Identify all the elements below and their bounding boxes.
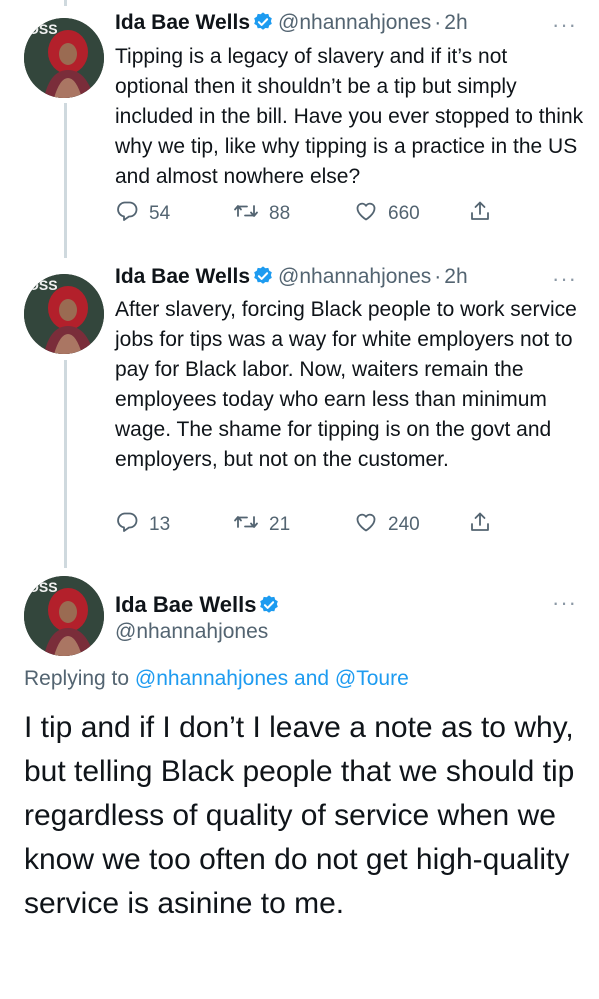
user-handle[interactable]: @nhannahjones [278, 11, 431, 34]
like-button[interactable]: 240 [354, 510, 420, 540]
share-button[interactable] [468, 199, 502, 229]
main-tweet-header: Ida Bae Wells [115, 592, 284, 622]
retweet-count: 88 [269, 203, 291, 224]
like-count: 660 [388, 203, 420, 224]
share-icon [468, 510, 502, 540]
svg-text:OSS: OSS [28, 21, 58, 37]
more-icon[interactable]: ··· [552, 268, 577, 290]
separator-dot: · [434, 265, 442, 288]
reply-button[interactable]: 13 [115, 510, 170, 540]
like-count: 240 [388, 514, 420, 535]
display-name[interactable]: Ida Bae Wells [115, 265, 250, 288]
main-tweet-text: I tip and if I don’t I leave a note as t… [24, 711, 575, 920]
tweet-header: Ida Bae Wells @nhannahjones · 2h [115, 265, 468, 293]
reply-count: 13 [149, 514, 171, 535]
reply-icon [115, 199, 149, 229]
replying-and: and [294, 667, 330, 690]
replying-user-link[interactable]: @Toure [335, 667, 409, 690]
tweet-text: Tipping is a legacy of slavery and if it… [115, 45, 584, 188]
share-icon [468, 199, 502, 229]
tweet-text: After slavery, forcing Black people to w… [115, 298, 577, 471]
thread-line [64, 103, 67, 258]
timestamp[interactable]: 2h [444, 265, 467, 288]
reply-count: 54 [149, 203, 171, 224]
retweet-icon [233, 510, 269, 540]
display-name[interactable]: Ida Bae Wells [115, 592, 256, 617]
reply-icon [115, 510, 149, 540]
reply-button[interactable]: 54 [115, 199, 170, 229]
thread-line [64, 0, 67, 6]
svg-text:OSS: OSS [28, 277, 58, 293]
thread-line [64, 360, 67, 568]
replying-to: Replying to @nhannahjones and @Toure [24, 667, 409, 691]
retweet-icon [233, 199, 269, 229]
separator-dot: · [434, 11, 442, 34]
retweet-button[interactable]: 88 [233, 199, 290, 229]
share-button[interactable] [468, 510, 502, 540]
user-handle[interactable]: @nhannahjones [115, 620, 268, 644]
verified-badge-icon [252, 265, 274, 293]
tweet-header: Ida Bae Wells @nhannahjones · 2h [115, 11, 468, 39]
retweet-button[interactable]: 21 [233, 510, 290, 540]
timestamp[interactable]: 2h [444, 11, 467, 34]
display-name[interactable]: Ida Bae Wells [115, 11, 250, 34]
verified-badge-icon [258, 594, 280, 622]
replying-prefix: Replying to [24, 667, 130, 690]
avatar[interactable]: OSS [24, 576, 104, 656]
user-handle[interactable]: @nhannahjones [278, 265, 431, 288]
more-icon[interactable]: ··· [552, 592, 577, 614]
avatar[interactable]: OSS [24, 274, 104, 354]
avatar[interactable]: OSS [24, 18, 104, 98]
verified-badge-icon [252, 11, 274, 39]
svg-text:OSS: OSS [28, 579, 58, 595]
retweet-count: 21 [269, 514, 291, 535]
like-icon [354, 199, 388, 229]
like-icon [354, 510, 388, 540]
like-button[interactable]: 660 [354, 199, 420, 229]
more-icon[interactable]: ··· [552, 14, 577, 36]
replying-user-link[interactable]: @nhannahjones [135, 667, 288, 690]
